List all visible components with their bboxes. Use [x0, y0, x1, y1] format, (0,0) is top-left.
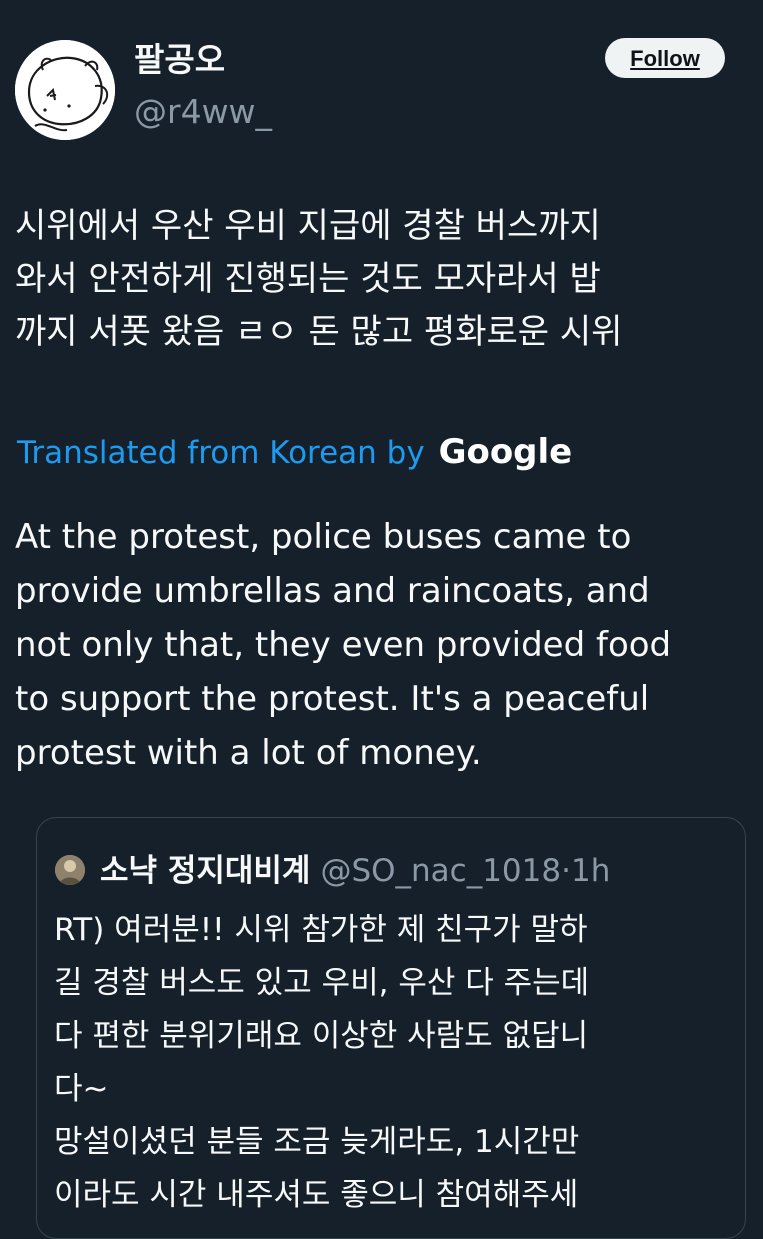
translated-from-label[interactable]: Translated from Korean by	[17, 435, 425, 471]
quote-author-handle: @SO_nac_1018	[320, 853, 562, 889]
translation-attribution: Translated from Korean by Google	[17, 430, 572, 475]
avatar-drawing	[15, 40, 115, 140]
follow-button[interactable]: Follow	[605, 38, 725, 78]
quote-author-avatar	[55, 855, 85, 885]
quote-timestamp: 1h	[570, 853, 611, 889]
tweet-text: 시위에서 우산 우비 지급에 경찰 버스까지 와서 안전하게 진행되는 것도 모…	[15, 206, 623, 352]
quote-header: 소냑 정지대비계 @SO_nac_1018·1h	[100, 851, 610, 891]
quote-separator: ·	[561, 853, 571, 889]
quoted-tweet-card[interactable]: 소냑 정지대비계 @SO_nac_1018·1h RT) 여러분!! 시위 참가한…	[36, 817, 746, 1239]
google-logo: Google	[438, 432, 573, 472]
quote-text: RT) 여러분!! 시위 참가한 제 친구가 말하 길 경찰 버스도 있고 우비…	[54, 912, 590, 1213]
translated-tweet-text: At the protest, police buses came to pro…	[15, 517, 672, 773]
author-avatar[interactable]	[15, 40, 115, 140]
author-handle[interactable]: @r4ww_	[134, 92, 272, 132]
quote-avatar-image	[55, 855, 85, 885]
author-name[interactable]: 팔공오	[134, 40, 225, 80]
quote-author-name: 소냑 정지대비계	[100, 853, 311, 889]
